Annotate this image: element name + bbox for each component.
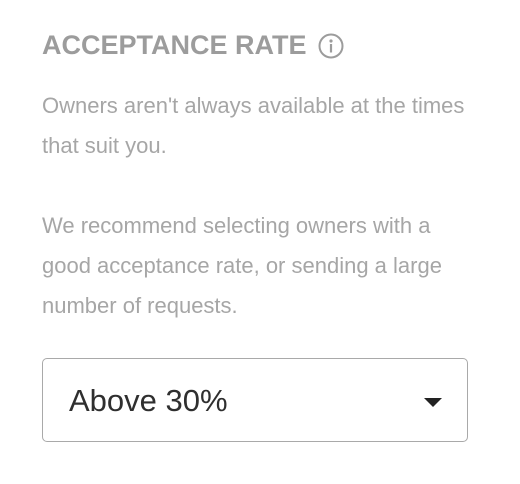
select-value: Above 30% (69, 383, 228, 418)
section-title: ACCEPTANCE RATE (42, 29, 307, 60)
info-icon[interactable] (318, 33, 344, 59)
availability-description: Owners aren't always available at the ti… (42, 93, 465, 158)
acceptance-rate-select[interactable]: Above 30% (42, 358, 468, 442)
section-header: ACCEPTANCE RATE (42, 28, 344, 62)
caret-down-icon (424, 398, 442, 407)
recommendation-description: We recommend selecting owners with a goo… (42, 213, 442, 318)
